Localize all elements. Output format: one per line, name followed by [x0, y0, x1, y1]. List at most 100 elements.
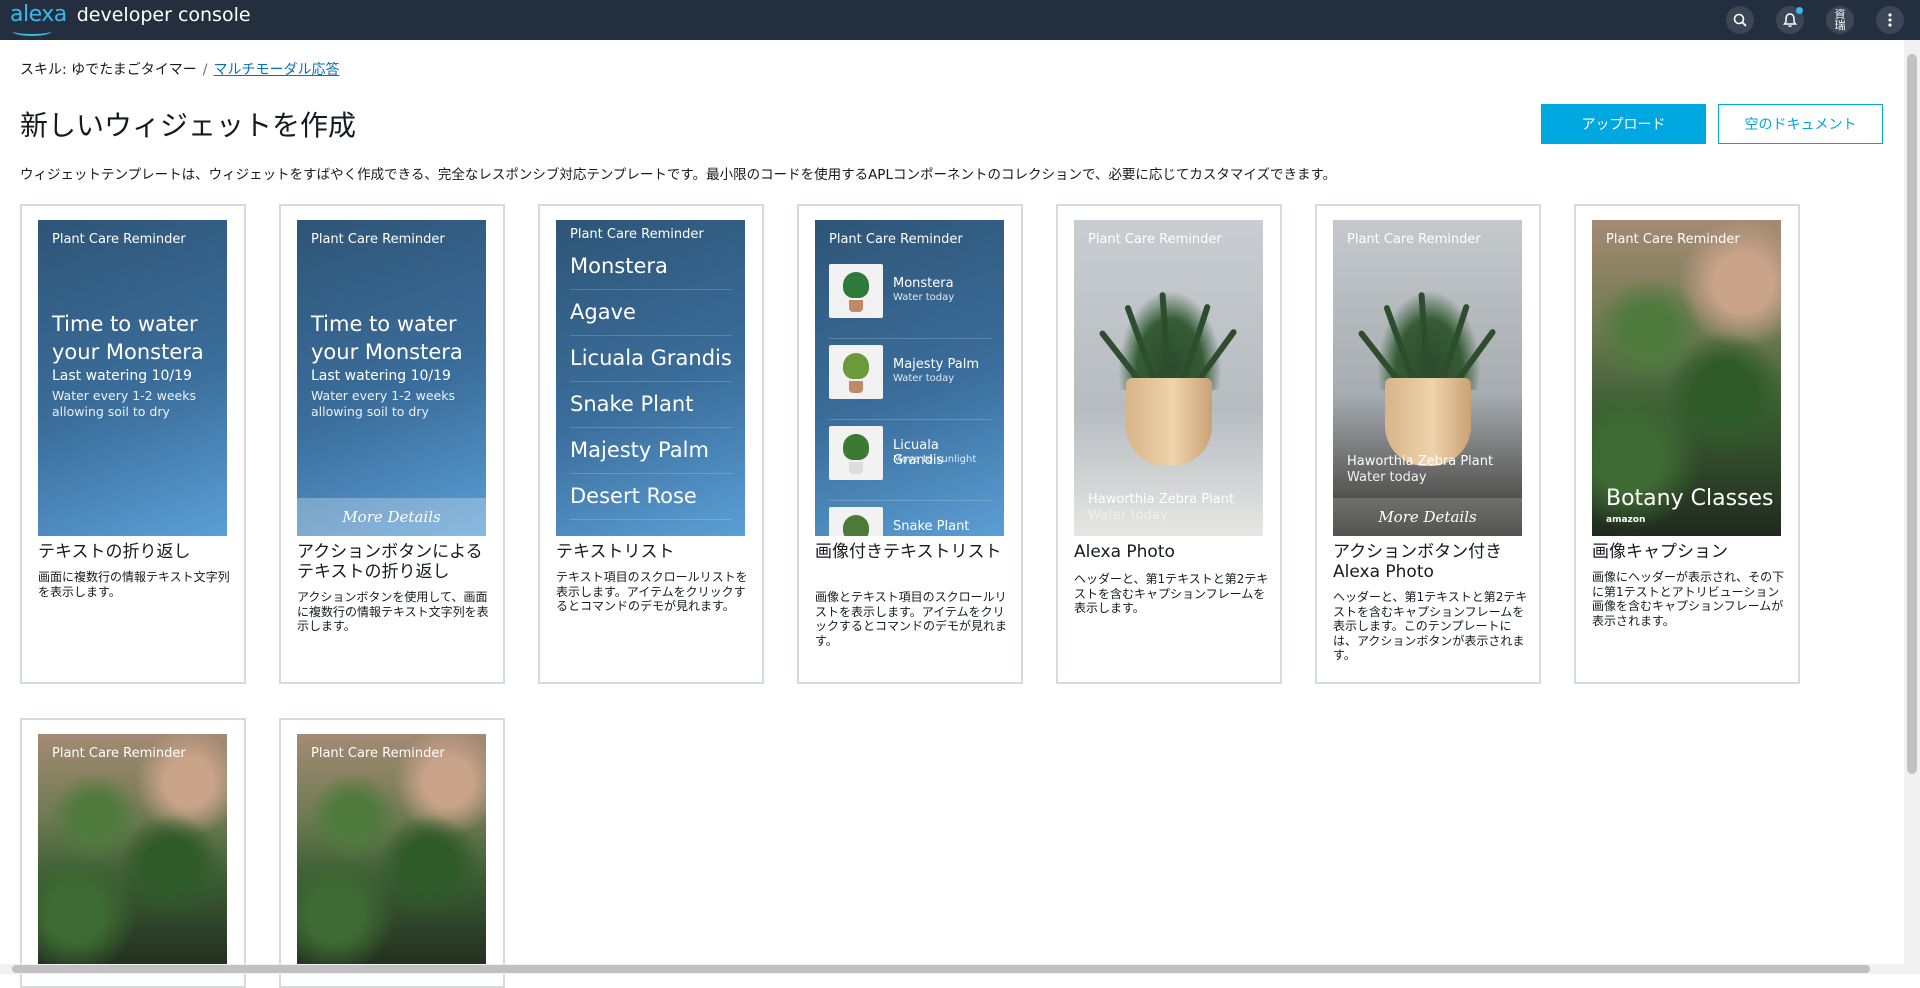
card-title: テキストリスト: [556, 542, 675, 562]
template-card-text-list[interactable]: Plant Care Reminder Monstera Agave Licua…: [538, 204, 764, 684]
top-navigation-bar: alexa developer console 資 瑞: [0, 0, 1920, 40]
brand-name: alexa: [10, 2, 67, 27]
alexa-developer-console-logo[interactable]: alexa developer console: [10, 2, 251, 36]
page-description: ウィジェットテンプレートは、ウィジェットをすばやく作成できる、完全なレスポンシブ…: [20, 167, 1337, 183]
amazon-attribution-logo: amazon: [1606, 515, 1646, 525]
template-preview: Plant Care Reminder: [297, 734, 486, 974]
plant-pot-image: [1126, 378, 1212, 466]
breadcrumb-root: スキル: ゆでたまごタイマー: [20, 62, 197, 78]
template-card-text-wrap[interactable]: Plant Care Reminder Time to water your M…: [20, 204, 246, 684]
photo-primary-text: Haworthia Zebra Plant: [1088, 492, 1235, 507]
template-card-image-caption[interactable]: Plant Care Reminder Botany Classes amazo…: [1574, 204, 1800, 684]
template-card-greenhouse-2[interactable]: Plant Care Reminder: [279, 718, 505, 988]
nav-icons: 資 瑞: [1726, 6, 1904, 34]
list-item: Licuala Grandis: [570, 336, 732, 382]
preview-secondary-text: Last watering 10/19: [52, 368, 192, 384]
upload-button[interactable]: アップロード: [1541, 104, 1706, 144]
photo-secondary-text: Water today: [1347, 470, 1427, 485]
card-title: アクションボタン付きAlexa Photo: [1333, 542, 1503, 582]
card-title: テキストの折り返し: [38, 542, 191, 562]
more-details-button: More Details: [297, 498, 486, 536]
preview-header: Plant Care Reminder: [1347, 232, 1481, 247]
notification-dot: [1796, 7, 1803, 14]
list-item: Monstera Water today: [829, 258, 991, 339]
card-title: アクションボタンによるテキストの折り返し: [297, 542, 483, 582]
preview-header: Plant Care Reminder: [52, 746, 186, 761]
list-item: Licuala Grandis Move to sunlight: [829, 420, 991, 501]
search-icon[interactable]: [1726, 6, 1754, 34]
vertical-scrollbar[interactable]: [1904, 40, 1920, 974]
breadcrumb-separator: /: [202, 62, 208, 78]
horizontal-scrollbar-thumb[interactable]: [12, 965, 1870, 973]
page-title: 新しいウィジェットを作成: [20, 109, 357, 142]
empty-document-button[interactable]: 空のドキュメント: [1718, 104, 1883, 144]
template-preview: Plant Care Reminder Time to water your M…: [297, 220, 486, 536]
preview-header: Plant Care Reminder: [311, 746, 445, 761]
horizontal-scrollbar[interactable]: [0, 964, 1904, 974]
template-preview: Plant Care Reminder Botany Classes amazo…: [1592, 220, 1781, 536]
template-card-greenhouse-1[interactable]: Plant Care Reminder: [20, 718, 246, 988]
template-preview: Plant Care Reminder Time to water your M…: [38, 220, 227, 536]
template-card-alexa-photo[interactable]: Plant Care Reminder Haworthia Zebra Plan…: [1056, 204, 1282, 684]
preview-header: Plant Care Reminder: [52, 232, 186, 247]
preview-header: Plant Care Reminder: [1088, 232, 1222, 247]
header-actions: アップロード 空のドキュメント: [1541, 104, 1883, 144]
template-card-text-wrap-action[interactable]: Plant Care Reminder Time to water your M…: [279, 204, 505, 684]
list-item: Agave: [570, 290, 732, 336]
breadcrumb-current-link[interactable]: マルチモーダル応答: [213, 62, 339, 78]
preview-tertiary-text: Water every 1-2 weeks allowing soil to d…: [311, 388, 455, 419]
preview-text-list: Monstera Agave Licuala Grandis Snake Pla…: [570, 244, 732, 520]
card-title: 画像付きテキストリスト: [815, 542, 1002, 562]
template-preview: Plant Care Reminder: [38, 734, 227, 974]
more-details-button: More Details: [1333, 498, 1522, 536]
card-title: 画像キャプション: [1592, 542, 1728, 562]
preview-image-list: Monstera Water today Majesty Palm Water …: [829, 258, 991, 536]
preview-header: Plant Care Reminder: [1606, 232, 1740, 247]
card-description: 画像にヘッダーが表示され、その下に第1テストとアトリビューション画像を含むキャプ…: [1592, 570, 1785, 628]
card-description: 画像とテキスト項目のスクロールリストを表示します。アイテムをクリックするとコマン…: [815, 590, 1008, 648]
more-vertical-icon[interactable]: [1876, 6, 1904, 34]
vertical-scrollbar-thumb[interactable]: [1907, 54, 1917, 774]
template-preview: Plant Care Reminder Haworthia Zebra Plan…: [1074, 220, 1263, 536]
notification-bell-icon[interactable]: [1776, 6, 1804, 34]
preview-tertiary-text: Water every 1-2 weeks allowing soil to d…: [52, 388, 196, 419]
breadcrumb: スキル: ゆでたまごタイマー / マルチモーダル応答: [20, 59, 339, 79]
card-description: ヘッダーと、第1テキストと第2テキストを含むキャプションフレームを表示します。こ…: [1333, 590, 1528, 662]
plant-thumbnail: [829, 264, 883, 318]
photo-primary-text: Haworthia Zebra Plant: [1347, 454, 1494, 469]
card-description: アクションボタンを使用して、画面に複数行の情報テキスト文字列を表示します。: [297, 590, 489, 633]
caption-title: Botany Classes: [1606, 486, 1774, 511]
list-item: Monstera: [570, 244, 732, 290]
card-title: Alexa Photo: [1074, 542, 1175, 562]
preview-primary-text: Time to water your Monstera: [52, 312, 204, 364]
list-item: Majesty Palm Water today: [829, 339, 991, 420]
account-initials: 資 瑞: [1834, 8, 1846, 32]
template-preview: Plant Care Reminder Monstera Agave Licua…: [556, 220, 745, 536]
list-item: Snake Plant: [829, 501, 991, 536]
plant-pot-image: [1385, 378, 1471, 466]
plant-thumbnail: [829, 426, 883, 480]
card-description: ヘッダーと、第1テキストと第2テキストを含むキャプションフレームを表示します。: [1074, 572, 1269, 615]
account-icon[interactable]: 資 瑞: [1826, 6, 1854, 34]
photo-secondary-text: Water today: [1088, 508, 1168, 523]
brand-suffix: developer console: [76, 4, 251, 26]
plant-thumbnail: [829, 507, 883, 536]
preview-header: Plant Care Reminder: [311, 232, 445, 247]
preview-secondary-text: Last watering 10/19: [311, 368, 451, 384]
template-preview: Plant Care Reminder Haworthia Zebra Plan…: [1333, 220, 1522, 536]
plant-thumbnail: [829, 345, 883, 399]
list-item-subtitle: Water today: [893, 373, 955, 384]
list-item-title: Snake Plant: [893, 519, 970, 534]
card-description: 画面に複数行の情報テキスト文字列を表示します。: [38, 570, 230, 599]
template-preview: Plant Care Reminder Monstera Water today…: [815, 220, 1004, 536]
list-item-subtitle: Water today: [893, 292, 955, 303]
list-item: Snake Plant: [570, 382, 732, 428]
template-card-image-list[interactable]: Plant Care Reminder Monstera Water today…: [797, 204, 1023, 684]
list-item-subtitle: Move to sunlight: [893, 454, 977, 465]
alexa-smile-logo: [12, 26, 52, 36]
template-card-alexa-photo-action[interactable]: Plant Care Reminder Haworthia Zebra Plan…: [1315, 204, 1541, 684]
list-item-title: Monstera: [893, 276, 954, 291]
list-item: Desert Rose: [570, 474, 732, 520]
list-item: Majesty Palm: [570, 428, 732, 474]
list-item-title: Majesty Palm: [893, 357, 979, 372]
